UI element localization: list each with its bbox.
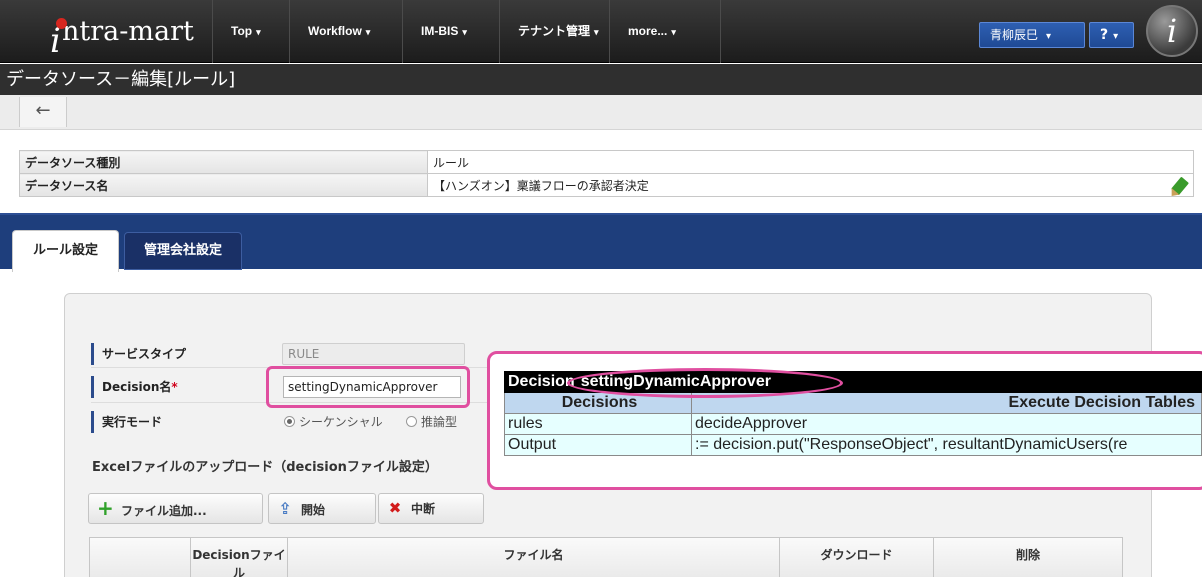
logo-text: ntra-mart <box>62 16 194 47</box>
close-icon: ✖ <box>388 499 402 517</box>
row-key: rules <box>504 413 692 435</box>
nav-tenant-management[interactable]: テナント管理 ▾ <box>499 0 609 63</box>
row-value: decideApprover <box>691 413 1202 435</box>
nav-im-bis[interactable]: IM-BIS ▾ <box>402 0 499 63</box>
datasource-type-label: データソース種別 <box>19 150 428 174</box>
nav-more-label: more... <box>628 24 668 38</box>
chevron-down-icon: ▾ <box>1113 31 1119 42</box>
nav-top-label: Top <box>231 24 253 38</box>
column-header-decision-file: Decisionファイル <box>190 537 288 577</box>
datasource-info-table: データソース種別 ルール データソース名 【ハンズオン】稟議フローの承認者決定 <box>19 150 1194 197</box>
file-table: Decisionファイル ファイル名 ダウンロード 削除 <box>89 537 1123 577</box>
table-header-row: Decisionファイル ファイル名 ダウンロード 削除 <box>89 537 1123 577</box>
stop-label: 中断 <box>411 502 436 516</box>
service-type-field: RULE <box>282 343 465 365</box>
add-file-button[interactable]: + ファイル追加... <box>88 493 263 524</box>
table-row: データソース種別 ルール <box>19 150 1194 174</box>
nav-top[interactable]: Top ▾ <box>212 0 289 63</box>
chevron-down-icon: ▾ <box>365 27 371 37</box>
execution-mode-label: 実行モード <box>91 411 271 433</box>
radio-inference[interactable]: 推論型 <box>406 414 457 430</box>
highlight-box <box>266 366 470 408</box>
radio-sequential[interactable]: シーケンシャル <box>284 414 383 430</box>
tab-rule-settings[interactable]: ルール設定 <box>12 230 119 272</box>
top-navigation: i ntra-mart Top ▾ Workflow ▾ IM-BIS ▾ テナント管… <box>0 0 1202 63</box>
radio-inference-label: 推論型 <box>421 415 458 429</box>
chevron-down-icon: ▾ <box>671 27 676 37</box>
datasource-type-value: ルール <box>427 150 1194 174</box>
tab-company-settings[interactable]: 管理会社設定 <box>124 232 242 270</box>
table-row: Decisions Execute Decision Tables <box>504 392 1202 414</box>
upload-icon: ⇪ <box>278 499 292 518</box>
pencil-edit-icon[interactable] <box>1171 176 1189 196</box>
column-header-delete: 削除 <box>933 537 1123 577</box>
back-arrow-icon[interactable]: ← <box>19 97 67 127</box>
required-mark: * <box>171 380 178 394</box>
service-type-label: サービスタイプ <box>91 343 271 365</box>
decision-title-prefix: Decision <box>508 373 575 390</box>
page-title: データソース－編集[ルール] <box>0 64 1202 95</box>
nav-im-bis-label: IM-BIS <box>421 24 459 38</box>
table-row: Output := decision.put("ResponseObject",… <box>504 434 1202 456</box>
tab-bar: ルール設定 管理会社設定 <box>0 213 1202 272</box>
user-menu-button[interactable]: 青柳辰巳 ▾ <box>979 22 1085 48</box>
column-header-download: ダウンロード <box>779 537 934 577</box>
radio-sequential-label: シーケンシャル <box>299 415 383 429</box>
radio-unselected-icon <box>406 416 417 427</box>
column-header-checkbox <box>89 537 191 577</box>
help-menu-button[interactable]: ? ▾ <box>1089 22 1134 48</box>
row-key: Output <box>504 434 692 456</box>
chevron-down-icon: ▾ <box>1046 31 1052 42</box>
highlight-ellipse <box>567 368 843 398</box>
column-header-file-name: ファイル名 <box>287 537 780 577</box>
intra-mart-logo[interactable]: i ntra-mart <box>10 0 210 63</box>
datasource-name-value: 【ハンズオン】稟議フローの承認者決定 <box>433 178 649 193</box>
chevron-down-icon: ▾ <box>462 27 467 37</box>
nav-workflow-label: Workflow <box>308 24 362 38</box>
brand-info-icon[interactable]: i <box>1146 5 1198 57</box>
user-name: 青柳辰巳 <box>990 28 1039 42</box>
nav-tenant-label: テナント管理 <box>518 24 591 38</box>
output-expression: := decision.put("ResponseObject", result… <box>691 434 1202 456</box>
add-file-label: ファイル追加... <box>121 504 207 518</box>
decision-name-label: Decision名* <box>91 376 271 398</box>
chevron-down-icon: ▾ <box>594 27 599 37</box>
chevron-down-icon: ▾ <box>256 27 261 37</box>
datasource-name-cell: 【ハンズオン】稟議フローの承認者決定 <box>427 173 1194 197</box>
radio-selected-icon <box>284 416 295 427</box>
upload-section-heading: Excelファイルのアップロード（decisionファイル設定） <box>92 460 438 475</box>
plus-icon: + <box>97 496 114 520</box>
nav-workflow[interactable]: Workflow ▾ <box>289 0 402 63</box>
table-row: rules decideApprover <box>504 413 1202 435</box>
start-label: 開始 <box>301 503 326 517</box>
cancel-upload-button[interactable]: ✖ 中断 <box>378 493 484 524</box>
datasource-name-label: データソース名 <box>19 173 428 197</box>
nav-more[interactable]: more... ▾ <box>609 0 721 63</box>
toolbar: ← <box>0 95 1202 130</box>
start-upload-button[interactable]: ⇪ 開始 <box>268 493 376 524</box>
help-icon: ? <box>1100 27 1109 43</box>
decision-name-label-text: Decision名 <box>102 380 172 394</box>
table-row: データソース名 【ハンズオン】稟議フローの承認者決定 <box>19 173 1194 197</box>
